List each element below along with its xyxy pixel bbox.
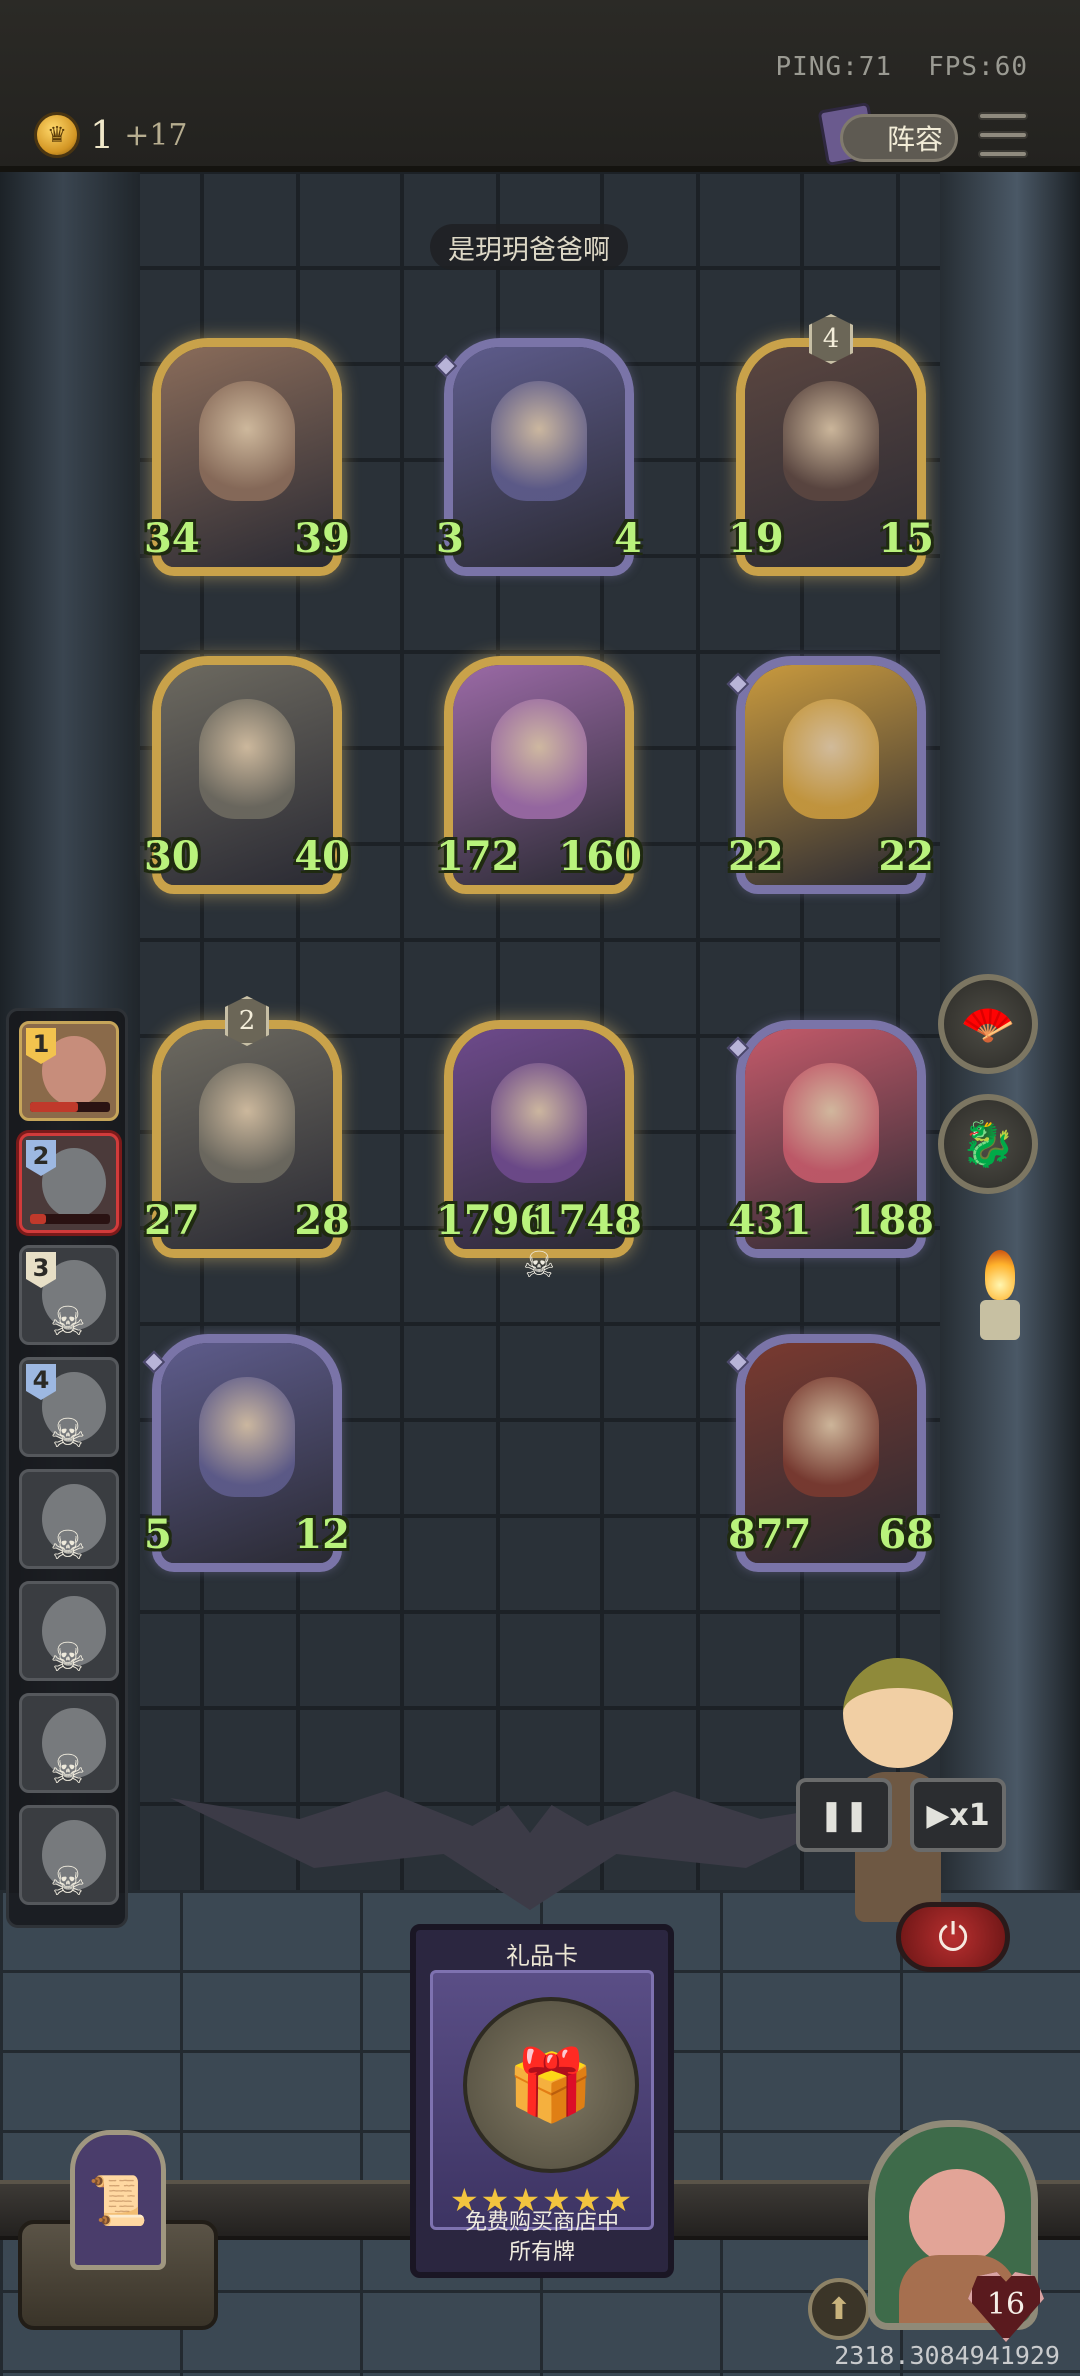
health-value: 28: [294, 1197, 350, 1244]
skull-icon: ☠: [50, 1299, 86, 1345]
player-slot[interactable]: ☠: [19, 1469, 119, 1569]
minion-portrait: [783, 1063, 879, 1183]
crown-coin-icon: ♛: [34, 112, 80, 158]
health-value: 188: [850, 1197, 935, 1244]
player-slot[interactable]: 2: [19, 1133, 119, 1233]
minion-card[interactable]: 431 188: [726, 1020, 934, 1258]
attack-value: 27: [144, 1197, 200, 1244]
attack-value: 431: [728, 1197, 812, 1244]
torch: [978, 1250, 1022, 1340]
attack-value: 34: [144, 515, 200, 562]
minion-card[interactable]: 877 68: [726, 1334, 934, 1572]
health-value: 15: [878, 515, 934, 562]
attack-value: 3: [436, 515, 464, 562]
minion-card[interactable]: 5 12: [142, 1334, 350, 1572]
gold-amount: 1: [90, 113, 115, 157]
lineup-label: 阵容: [886, 123, 943, 156]
minion-portrait: [491, 1063, 587, 1183]
player-list: 1 2 3 ☠ 4 ☠ ☠ ☠ ☠ ☠: [6, 1008, 128, 1928]
health-value: 40: [294, 833, 350, 880]
gift-card[interactable]: 礼品卡 🎁 ★★★★★★ 免费购买商店中 所有牌: [410, 1924, 674, 2278]
quest-button[interactable]: 📜: [18, 2130, 218, 2330]
minion-portrait: [491, 381, 587, 501]
menu-icon[interactable]: [978, 112, 1028, 158]
minion-card[interactable]: 22 22: [726, 656, 934, 894]
lineup-button[interactable]: 阵容: [840, 114, 958, 162]
health-value: 39: [294, 515, 350, 562]
health-value: 68: [878, 1511, 934, 1558]
minion-card[interactable]: 34 39: [144, 338, 350, 576]
pause-button[interactable]: ❚❚: [796, 1778, 892, 1852]
fan-icon[interactable]: 🪭: [938, 974, 1038, 1074]
minion-portrait: [199, 1063, 295, 1183]
attack-value: 172: [436, 833, 520, 880]
minion-card[interactable]: 19 15 4: [728, 314, 934, 576]
scroll-icon: 📜: [70, 2130, 166, 2270]
minion-card[interactable]: 27 28 2: [144, 996, 350, 1258]
opponent-name: 是玥玥爸爸啊: [430, 224, 628, 270]
gold-counter: ♛ 1 +17: [34, 112, 188, 158]
minion-card[interactable]: 1796 1748 ☠: [436, 1020, 642, 1286]
minion-portrait: [199, 1377, 295, 1497]
dragon-pet-icon[interactable]: 🐉: [938, 1094, 1038, 1194]
health-bar: [30, 1102, 110, 1112]
health-value: 16: [986, 2286, 1026, 2322]
skull-icon: ☠: [522, 1245, 556, 1286]
minion-portrait: [491, 699, 587, 819]
minion-portrait: [783, 699, 879, 819]
pause-icon: ❚❚: [818, 1797, 870, 1833]
minion-portrait: [783, 381, 879, 501]
skull-icon: ☠: [50, 1747, 86, 1793]
gift-icon: 🎁: [463, 1997, 639, 2173]
skull-icon: ☠: [50, 1859, 86, 1905]
health-bar: [30, 1214, 110, 1224]
minion-portrait: [783, 1377, 879, 1497]
minion-card[interactable]: 3 4: [434, 338, 642, 576]
tier-up-icon[interactable]: ⬆: [808, 2278, 870, 2340]
speed-button[interactable]: ▶ x1: [910, 1778, 1006, 1852]
attack-value: 30: [144, 833, 200, 880]
skull-icon: ☠: [50, 1523, 86, 1569]
player-slot[interactable]: 4 ☠: [19, 1357, 119, 1457]
power-icon[interactable]: ⏻: [896, 1902, 1010, 1972]
player-slot[interactable]: ☠: [19, 1581, 119, 1681]
coordinates-readout: 2318.3084941929: [834, 2341, 1060, 2370]
speed-label: x1: [949, 1797, 990, 1833]
gift-card-title: 礼品卡: [506, 1942, 578, 1970]
fast-forward-icon: ▶: [926, 1797, 950, 1833]
minion-card[interactable]: 30 40: [144, 656, 350, 894]
player-slot[interactable]: ☠: [19, 1805, 119, 1905]
attack-value: 5: [144, 1511, 172, 1558]
skull-icon: ☠: [50, 1411, 86, 1457]
attack-value: 22: [728, 833, 784, 880]
gift-card-description: 免费购买商店中 所有牌: [464, 2210, 619, 2265]
player-slot[interactable]: 3 ☠: [19, 1245, 119, 1345]
gold-income: +17: [124, 117, 188, 153]
ping-readout: PING:71: [775, 52, 893, 82]
attack-value: 19: [728, 515, 784, 562]
health-value: 22: [878, 833, 934, 880]
minion-card[interactable]: 172 160: [436, 656, 642, 894]
player-slot[interactable]: ☠: [19, 1693, 119, 1793]
skull-icon: ☠: [50, 1635, 86, 1681]
health-value: 160: [558, 833, 643, 880]
minion-portrait: [199, 699, 295, 819]
health-value: 4: [614, 515, 642, 562]
minion-portrait: [199, 381, 295, 501]
attack-value: 877: [728, 1511, 812, 1558]
health-value: 1748: [530, 1197, 642, 1244]
network-status: PING:71 FPS:60: [776, 52, 1029, 82]
top-bar: PING:71 FPS:60 ♛ 1 +17 阵容: [0, 0, 1080, 172]
player-slot[interactable]: 1: [19, 1021, 119, 1121]
fps-readout: FPS:60: [928, 52, 1028, 82]
health-value: 12: [294, 1511, 350, 1558]
